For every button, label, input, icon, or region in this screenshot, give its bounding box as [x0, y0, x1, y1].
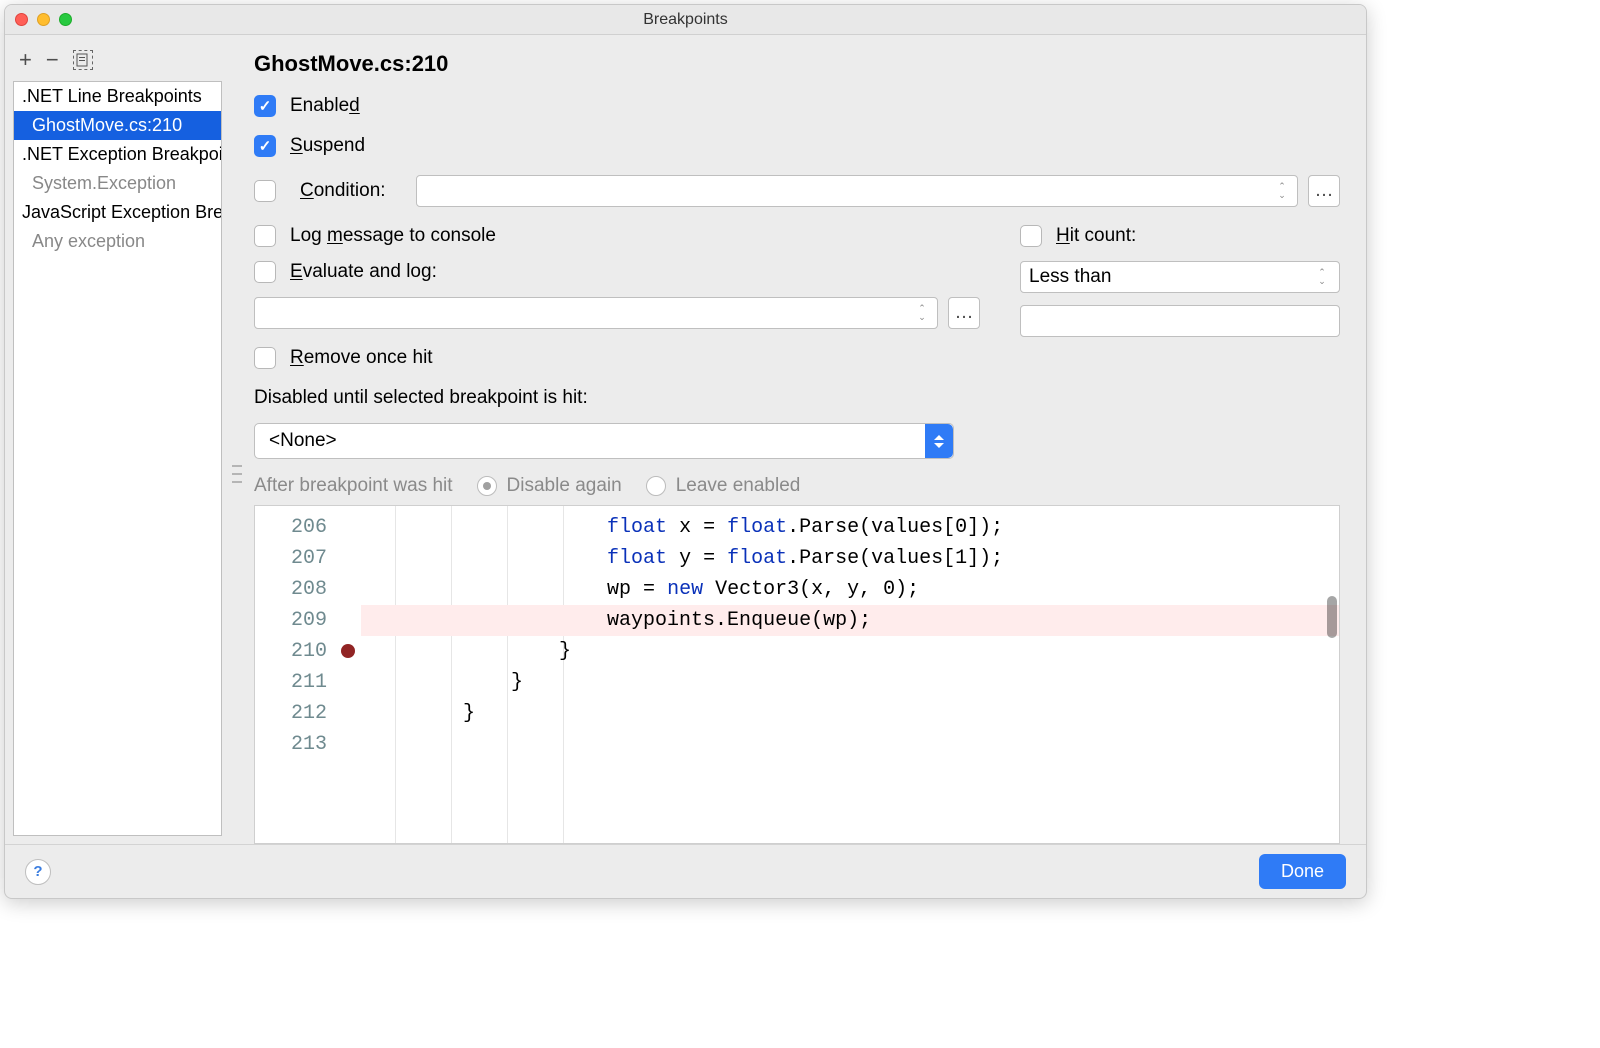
group-by-icon[interactable] [73, 50, 93, 70]
breakpoints-window: Breakpoints + − .NET Line BreakpointsGho… [4, 4, 1367, 899]
stepper-icon[interactable]: ⌃⌄ [911, 304, 933, 322]
breakpoint-list[interactable]: .NET Line BreakpointsGhostMove.cs:210.NE… [13, 81, 222, 836]
radio-icon [646, 476, 666, 496]
after-hit-lead: After breakpoint was hit [254, 475, 453, 497]
done-button[interactable]: Done [1259, 854, 1346, 889]
evaluate-label: Evaluate and log: [290, 261, 437, 283]
minimize-icon[interactable] [37, 13, 50, 26]
line-gutter: 206207208209210211212213 [255, 506, 335, 843]
evaluate-checkbox[interactable] [254, 261, 276, 283]
condition-checkbox[interactable] [254, 180, 276, 202]
code-preview[interactable]: 206207208209210211212213 float x = float… [254, 505, 1340, 844]
enabled-label: Enabled [290, 95, 360, 117]
chevron-updown-icon: ⌃⌄ [1311, 268, 1333, 286]
remove-checkbox[interactable] [254, 347, 276, 369]
suspend-row: Suspend [254, 135, 1340, 157]
radio-icon [477, 476, 497, 496]
log-label: Log message to console [290, 225, 496, 247]
remove-breakpoint-icon[interactable]: − [46, 49, 59, 71]
suspend-checkbox[interactable] [254, 135, 276, 157]
breakpoint-list-item[interactable]: System.Exception [14, 169, 221, 198]
evaluate-expand-button[interactable]: … [948, 297, 980, 329]
details-pane: GhostMove.cs:210 Enabled Suspend Conditi… [230, 35, 1366, 844]
content: + − .NET Line BreakpointsGhostMove.cs:21… [5, 35, 1366, 898]
two-col: Log message to console Evaluate and log:… [254, 225, 1340, 347]
window-title: Breakpoints [5, 11, 1366, 29]
condition-expand-button[interactable]: … [1308, 175, 1340, 207]
breakpoint-list-item[interactable]: .NET Line Breakpoints [14, 82, 221, 111]
hitcount-mode-select[interactable]: Less than ⌃⌄ [1020, 261, 1340, 293]
stepper-icon[interactable]: ⌃⌄ [1271, 182, 1293, 200]
log-checkbox[interactable] [254, 225, 276, 247]
disabled-until-select[interactable]: <None> [254, 423, 954, 459]
close-icon[interactable] [15, 13, 28, 26]
sidebar: + − .NET Line BreakpointsGhostMove.cs:21… [5, 35, 230, 844]
evaluate-input[interactable]: ⌃⌄ [254, 297, 938, 329]
main-row: + − .NET Line BreakpointsGhostMove.cs:21… [5, 35, 1366, 844]
traffic-lights [15, 13, 72, 26]
disabled-until-value: <None> [269, 430, 337, 452]
remove-label: Remove once hit [290, 347, 433, 369]
chevron-updown-icon [925, 424, 953, 458]
titlebar: Breakpoints [5, 5, 1366, 35]
add-breakpoint-icon[interactable]: + [19, 49, 32, 71]
zoom-icon[interactable] [59, 13, 72, 26]
remove-row: Remove once hit [254, 347, 1340, 369]
hitcount-row: Hit count: [1020, 225, 1340, 247]
code-lines: float x = float.Parse(values[0]); float … [361, 506, 1339, 843]
evaluate-row: Evaluate and log: [254, 261, 980, 283]
breakpoint-gutter[interactable] [335, 506, 361, 843]
gripper-icon[interactable] [232, 465, 242, 483]
breakpoint-list-item[interactable]: Any exception [14, 227, 221, 256]
hitcount-checkbox[interactable] [1020, 225, 1042, 247]
sidebar-toolbar: + − [13, 45, 222, 81]
condition-input[interactable]: ⌃⌄ [416, 175, 1298, 207]
hitcount-label: Hit count: [1056, 225, 1136, 247]
disable-again-option[interactable]: Disable again [477, 475, 622, 497]
breakpoint-list-item[interactable]: .NET Exception Breakpoints [14, 140, 221, 169]
condition-label: Condition: [300, 180, 386, 202]
condition-row: Condition: ⌃⌄ … [254, 175, 1340, 207]
evaluate-input-row: ⌃⌄ … [254, 297, 980, 329]
enabled-checkbox[interactable] [254, 95, 276, 117]
scrollbar[interactable] [1327, 596, 1337, 638]
suspend-label: Suspend [290, 135, 365, 157]
help-button[interactable]: ? [25, 859, 51, 885]
log-row: Log message to console [254, 225, 980, 247]
footer: ? Done [5, 844, 1366, 898]
breakpoint-dot-icon[interactable] [341, 644, 355, 658]
enabled-row: Enabled [254, 95, 1340, 117]
breakpoint-list-item[interactable]: JavaScript Exception Breakpoints [14, 198, 221, 227]
after-hit-row: After breakpoint was hit Disable again L… [254, 475, 1340, 497]
disabled-until-label: Disabled until selected breakpoint is hi… [254, 387, 1340, 409]
hitcount-mode-value: Less than [1029, 266, 1111, 288]
breakpoint-list-item[interactable]: GhostMove.cs:210 [14, 111, 221, 140]
hitcount-value-input[interactable] [1020, 305, 1340, 337]
leave-enabled-option[interactable]: Leave enabled [646, 475, 801, 497]
breakpoint-heading: GhostMove.cs:210 [254, 51, 1340, 77]
